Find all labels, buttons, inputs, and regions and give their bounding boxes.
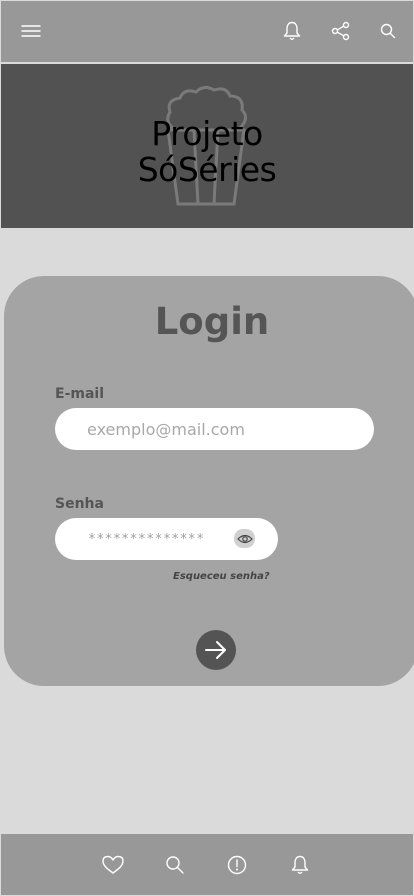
password-field[interactable]: ************** [55,518,278,560]
menu-icon[interactable] [19,19,43,43]
search-icon[interactable] [376,19,400,43]
app-title: Projeto SóSéries [1,116,413,188]
show-password-eye-icon[interactable] [234,529,255,548]
forgot-password-link[interactable]: Esqueceu senha? [173,571,270,582]
app-title-line1: Projeto [151,114,263,153]
password-value: ************** [88,532,205,547]
password-label: Senha [55,496,104,512]
email-label: E-mail [55,386,105,402]
search-icon[interactable] [163,853,187,877]
hero-banner: Projeto SóSéries [1,64,413,228]
bottom-nav-bar [1,834,413,895]
bell-icon[interactable] [280,19,304,43]
arrow-right-icon [205,641,226,659]
top-app-bar [1,1,413,62]
login-title: Login [154,300,270,343]
email-field[interactable] [55,408,374,450]
submit-arrow-button[interactable] [196,630,236,670]
app-title-line2: SóSéries [137,150,277,189]
share-icon[interactable] [329,19,353,43]
heart-icon[interactable] [101,853,125,877]
alert-icon[interactable] [225,853,249,877]
bell-icon[interactable] [288,853,312,877]
